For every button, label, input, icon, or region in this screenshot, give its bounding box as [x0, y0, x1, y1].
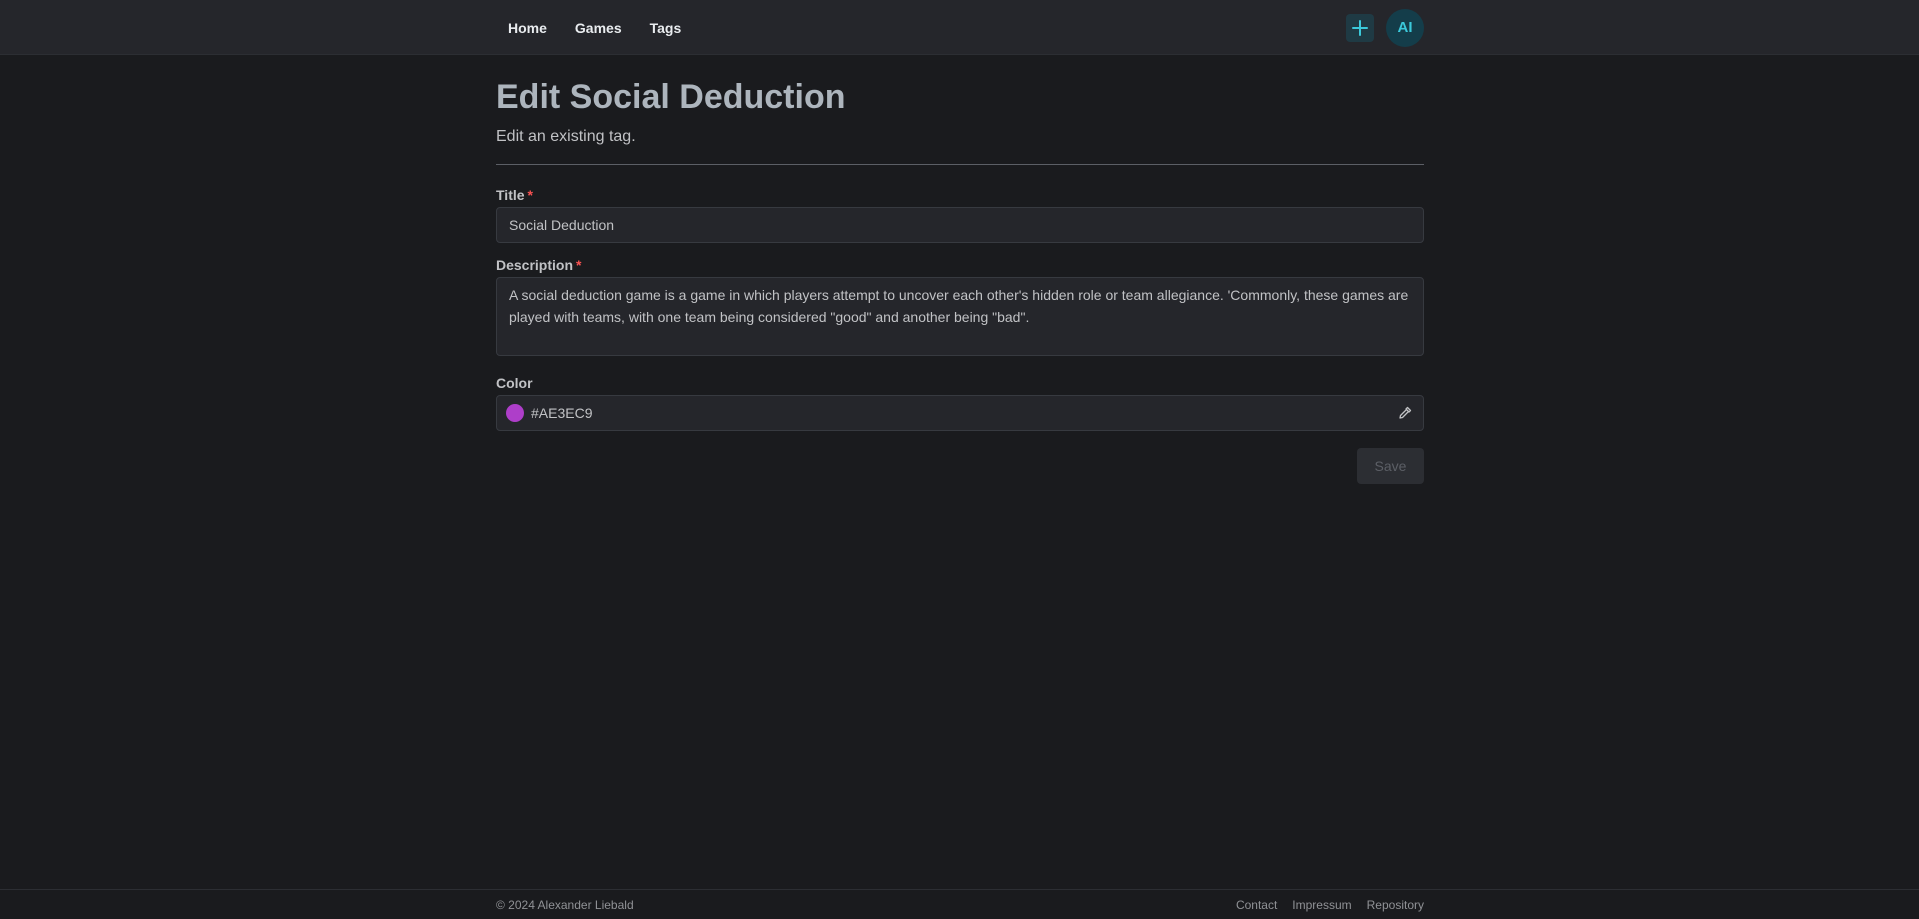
color-field: Color #AE3EC9 — [496, 375, 1424, 431]
copyright-text: © 2024 Alexander Liebald — [496, 897, 634, 912]
header-container: Home Games Tags AI — [496, 0, 1424, 55]
footer-link-repository[interactable]: Repository — [1367, 898, 1424, 912]
color-input[interactable]: #AE3EC9 — [496, 394, 1424, 431]
color-value: #AE3EC9 — [531, 404, 593, 421]
description-field: Description * A social deduction game is … — [496, 257, 1424, 361]
app-header: Home Games Tags AI — [0, 0, 1919, 55]
form-actions: Save — [496, 447, 1424, 484]
save-button[interactable]: Save — [1357, 447, 1424, 484]
color-label: Color — [496, 374, 533, 391]
title-label-text: Title — [496, 186, 525, 203]
main-content: Edit Social Deduction Edit an existing t… — [496, 55, 1424, 484]
title-field: Title * — [496, 187, 1424, 243]
add-button[interactable] — [1346, 13, 1374, 42]
required-mark: * — [576, 256, 582, 273]
plus-icon — [1352, 19, 1368, 36]
footer-container: © 2024 Alexander Liebald Contact Impress… — [496, 890, 1424, 919]
title-label: Title * — [496, 187, 1424, 203]
description-label: Description * — [496, 257, 1424, 273]
nav-link-home[interactable]: Home — [496, 12, 559, 44]
description-textarea[interactable]: A social deduction game is a game in whi… — [496, 276, 1424, 356]
app-footer: © 2024 Alexander Liebald Contact Impress… — [0, 889, 1919, 919]
footer-links: Contact Impressum Repository — [1236, 898, 1424, 912]
color-swatch — [506, 403, 524, 422]
header-actions: AI — [1346, 8, 1424, 47]
nav-link-games[interactable]: Games — [563, 12, 634, 44]
edit-tag-form: Title* Description* A social deduction g… — [496, 187, 1424, 484]
page-subtitle: Edit an existing tag. — [496, 127, 636, 145]
description-label-text: Description — [496, 256, 574, 273]
title-input[interactable] — [496, 206, 1424, 243]
divider — [496, 163, 1424, 165]
user-avatar[interactable]: AI — [1386, 8, 1424, 47]
footer-link-impressum[interactable]: Impressum — [1292, 898, 1351, 912]
required-mark: * — [527, 186, 533, 203]
main-nav: Home Games Tags — [496, 12, 697, 44]
nav-link-tags[interactable]: Tags — [638, 12, 694, 44]
footer-link-contact[interactable]: Contact — [1236, 898, 1277, 912]
page-title: Edit Social Deduction — [496, 78, 846, 116]
eyedropper-icon[interactable] — [1397, 405, 1413, 421]
